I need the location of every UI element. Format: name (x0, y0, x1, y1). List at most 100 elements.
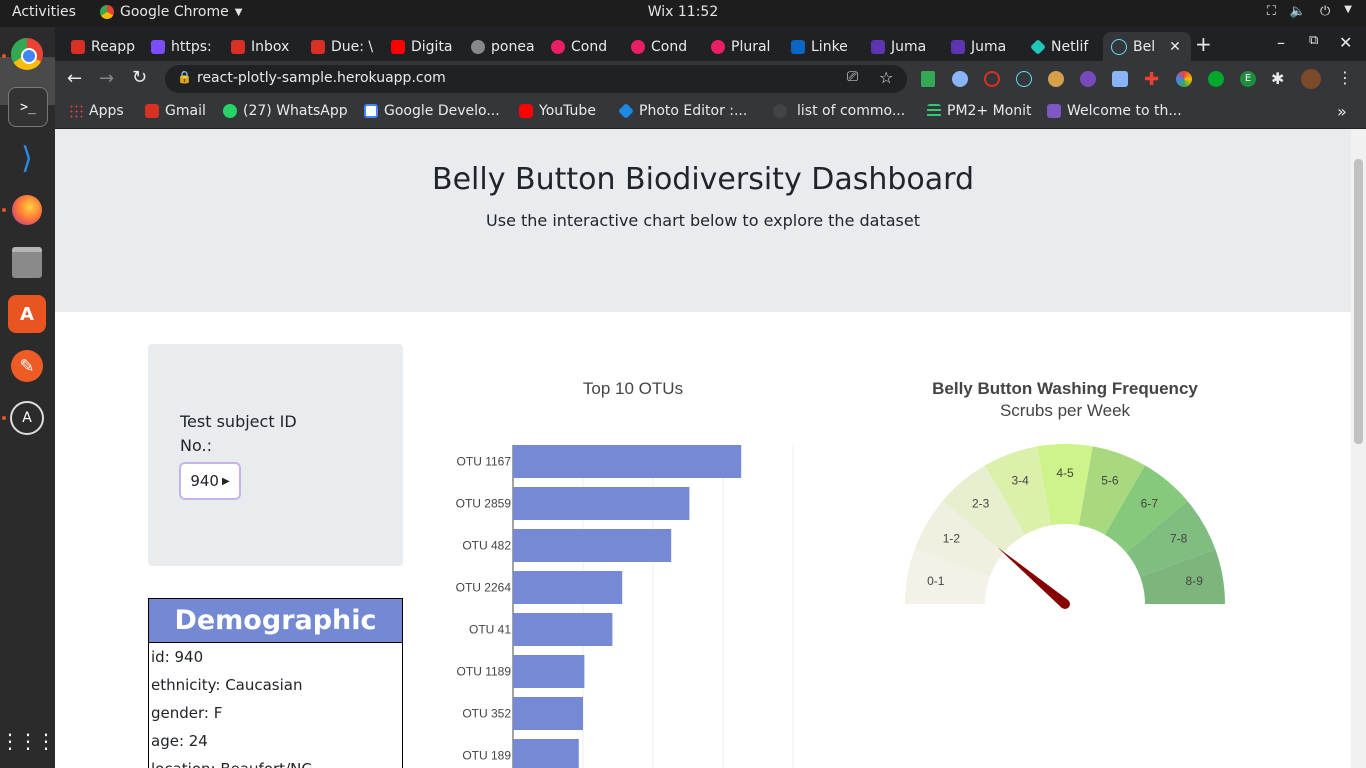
terminal-icon[interactable]: >_ (8, 87, 48, 127)
reload-icon[interactable]: ↻ (132, 67, 147, 88)
tab[interactable]: Due: \ (311, 32, 387, 61)
bar[interactable] (513, 487, 690, 520)
bar[interactable] (513, 571, 623, 604)
github-icon (773, 104, 787, 118)
tab-active[interactable]: Bel ✕ (1103, 32, 1191, 61)
tab[interactable]: Plural (711, 32, 787, 61)
minimize-icon[interactable]: – (1277, 33, 1285, 52)
browser-toolbar: ← → ↻ 🔒 react-plotly-sample.herokuapp.co… (55, 61, 1366, 97)
bookmark-gmail[interactable]: Gmail (145, 103, 206, 119)
bookmarks-overflow-icon[interactable]: » (1337, 102, 1347, 121)
bar[interactable] (513, 739, 579, 768)
demographic-title: Demographic Info (149, 599, 402, 679)
caret-right-icon: ▶ (221, 475, 230, 487)
bookmark-whatsapp[interactable]: (27) WhatsApp (223, 103, 348, 119)
extensions-puzzle-icon[interactable]: ✱ (1271, 69, 1284, 88)
avatar[interactable] (1301, 69, 1321, 89)
tab[interactable]: Inbox (231, 32, 307, 61)
show-apps-icon[interactable]: ⋮⋮⋮ (0, 722, 56, 760)
forward-icon[interactable]: → (99, 68, 114, 89)
scrollbar-thumb[interactable] (1354, 159, 1363, 444)
y-tick-label: OTU 2264 (456, 581, 512, 595)
tab[interactable]: ponea (471, 32, 547, 61)
tab[interactable]: Netlif (1031, 32, 1103, 61)
bookmark-apps[interactable]: Apps (69, 103, 124, 119)
tab[interactable]: Reapp (71, 32, 149, 61)
install-app-icon[interactable]: ⎚ (847, 69, 858, 85)
page-subtitle: Use the interactive chart below to explo… (486, 211, 920, 230)
otu-bar-chart[interactable]: Top 10 OTUs OTU 1167 OTU 2859 OTU 482 OTU 2… (433, 369, 813, 768)
bookmark-star-icon[interactable]: ☆ (879, 68, 893, 87)
demographic-item: location: Beaufort/NC (149, 755, 402, 768)
subject-select-panel: Test subject ID No.: 940 ▶ (148, 344, 403, 566)
files-icon[interactable] (8, 243, 46, 281)
firefox-icon[interactable] (8, 191, 46, 229)
software-updater-icon[interactable]: A (8, 399, 46, 437)
postman-icon[interactable]: ✎ (8, 347, 46, 385)
extension-plus-icon[interactable]: ✚ (1144, 69, 1159, 90)
system-tray[interactable]: ⛶ 🔈 ⏻ ▼ (1267, 4, 1352, 19)
network-icon: ⛶ (1266, 4, 1276, 19)
bookmark-photo-editor[interactable]: Photo Editor :... (618, 103, 747, 119)
url-text: react-plotly-sample.herokuapp.com (197, 70, 446, 86)
close-icon[interactable]: ✕ (1169, 39, 1181, 55)
extension-color-icon[interactable] (1176, 71, 1192, 87)
bar[interactable] (513, 655, 585, 688)
extension-e-icon[interactable]: E (1240, 71, 1256, 87)
power-icon: ⏻ (1320, 4, 1331, 19)
tab-favicon-icon (631, 39, 645, 54)
maximize-icon[interactable]: ⧉ (1309, 33, 1318, 48)
tab-favicon-icon (871, 39, 885, 54)
select-label: Test subject ID No.: (180, 412, 297, 455)
bar[interactable] (513, 697, 583, 730)
tab[interactable]: Juma (871, 32, 947, 61)
demographic-item: age: 24 (151, 732, 208, 750)
extension-circle-icon[interactable] (952, 71, 968, 87)
whatsapp-icon (223, 104, 237, 118)
subject-id-select[interactable]: 940 ▶ (179, 462, 241, 500)
bookmark-google-developers[interactable]: Google Develo... (364, 103, 500, 119)
jumbotron: Belly Button Biodiversity Dashboard Use … (55, 129, 1351, 312)
welcome-icon (1047, 104, 1061, 118)
pm2-icon (927, 104, 941, 118)
gauge-segment-label: 1-2 (943, 531, 961, 545)
extension-evernote-icon[interactable] (1208, 71, 1224, 87)
lock-icon: 🔒 (177, 70, 192, 84)
bar[interactable] (513, 445, 742, 478)
extension-cookie-icon[interactable] (1048, 71, 1064, 87)
clock[interactable]: Wix 11:52 (0, 4, 1366, 20)
menu-kebab-icon[interactable]: ⋮ (1337, 68, 1353, 87)
washing-frequency-gauge[interactable]: Belly Button Washing Frequency Scrubs pe… (875, 369, 1255, 629)
extension-sheets-icon[interactable] (921, 71, 935, 87)
apps-grid-icon (69, 104, 83, 118)
bookmark-welcome[interactable]: Welcome to th... (1047, 103, 1182, 119)
gauge-segment-label: 0-1 (927, 574, 945, 588)
extension-calendar-icon[interactable] (1112, 71, 1128, 87)
bookmark-youtube[interactable]: YouTube (519, 103, 596, 119)
vscode-icon[interactable]: ⟩ (8, 139, 46, 177)
tab[interactable]: Cond (551, 32, 627, 61)
tab[interactable]: Digita (391, 32, 467, 61)
extension-redux-icon[interactable] (1080, 71, 1096, 87)
extension-react-icon[interactable] (1016, 71, 1032, 87)
y-tick-label: OTU 2859 (456, 497, 512, 511)
new-tab-icon[interactable]: + (1195, 32, 1212, 56)
bookmark-list-of-commo[interactable]: list of commo... (773, 103, 905, 119)
address-bar[interactable]: 🔒 react-plotly-sample.herokuapp.com ⎚ ☆ (165, 65, 907, 93)
close-window-icon[interactable]: ✕ (1339, 33, 1352, 52)
tab[interactable]: https: (151, 32, 227, 61)
software-store-icon[interactable]: A (8, 295, 46, 333)
page-scrollbar[interactable] (1351, 129, 1366, 768)
tab-favicon-icon (551, 39, 565, 54)
back-icon[interactable]: ← (67, 68, 82, 89)
tab[interactable]: Juma (951, 32, 1027, 61)
gauge-segment-label: 8-9 (1186, 574, 1204, 588)
tab[interactable]: Linke (791, 32, 867, 61)
bar[interactable] (513, 613, 613, 646)
bar[interactable] (513, 529, 672, 562)
bookmark-pm2-monit[interactable]: PM2+ Monit (927, 103, 1032, 119)
tab[interactable]: Cond (631, 32, 707, 61)
extension-lastpass-icon[interactable] (984, 71, 1000, 87)
gmail-icon (145, 104, 159, 118)
chrome-icon[interactable] (8, 35, 46, 73)
